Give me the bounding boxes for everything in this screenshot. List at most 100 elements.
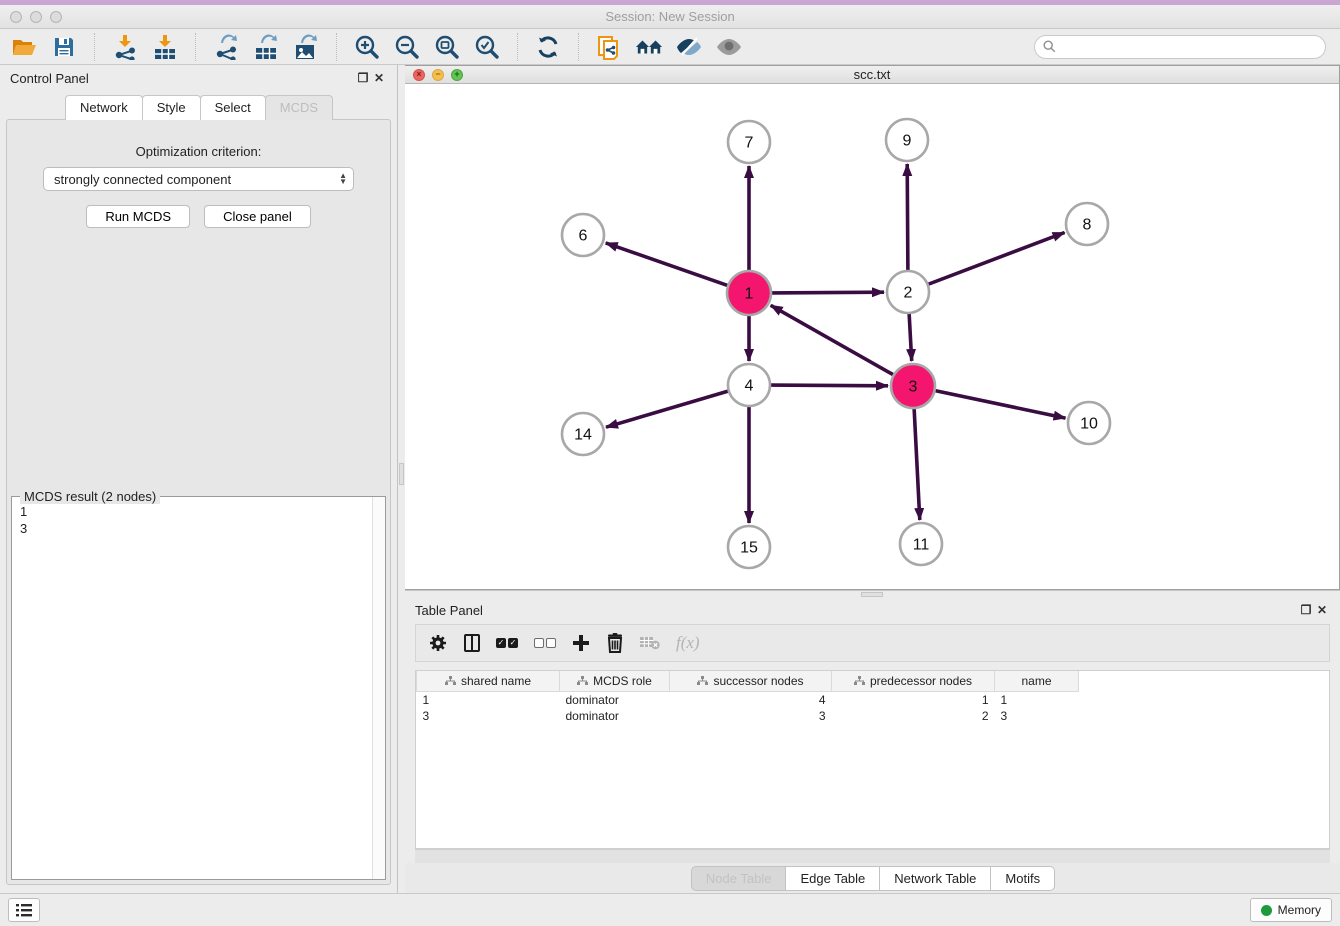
result-scrollbar[interactable] <box>372 497 385 879</box>
graph-node-3[interactable]: 3 <box>891 364 935 408</box>
graph-node-8[interactable]: 8 <box>1066 203 1108 245</box>
graph-node-15[interactable]: 15 <box>728 526 770 568</box>
main-toolbar <box>0 29 1340 65</box>
column-header-mcds-role[interactable]: MCDS role <box>560 671 670 691</box>
table-row[interactable]: 3dominator 32 3 <box>417 708 1079 724</box>
graph-node-2[interactable]: 2 <box>887 271 929 313</box>
hierarchy-icon <box>577 676 588 686</box>
graph-edge-1-6[interactable] <box>606 243 729 286</box>
zoom-fit-icon[interactable] <box>433 33 461 61</box>
delete-rows-trash-icon[interactable] <box>606 631 624 655</box>
tab-node-table[interactable]: Node Table <box>691 866 787 891</box>
splitter-grip[interactable] <box>399 463 404 485</box>
column-header-shared-name[interactable]: shared name <box>417 671 560 691</box>
function-builder-icon: f(x) <box>676 631 700 655</box>
float-table-panel-icon[interactable]: ❐ <box>1298 603 1314 617</box>
graph-edge-3-1[interactable] <box>771 305 894 375</box>
unselect-all-columns-icon[interactable] <box>534 631 556 655</box>
mcds-result-title: MCDS result (2 nodes) <box>20 489 160 504</box>
app-title: Session: New Session <box>0 9 1340 24</box>
svg-text:8: 8 <box>1083 217 1092 234</box>
network-window-titlebar[interactable]: × − + scc.txt <box>405 66 1339 84</box>
optimization-criterion-label: Optimization criterion: <box>7 144 390 159</box>
float-panel-icon[interactable]: ❐ <box>355 71 371 85</box>
graph-node-1[interactable]: 1 <box>727 271 771 315</box>
tab-style[interactable]: Style <box>142 95 201 120</box>
search-icon <box>1043 40 1056 53</box>
svg-text:2: 2 <box>904 285 913 302</box>
graph-node-7[interactable]: 7 <box>728 121 770 163</box>
chevron-updown-icon: ▲▼ <box>339 173 347 185</box>
show-column-panel-icon[interactable] <box>464 631 480 655</box>
save-session-icon[interactable] <box>50 33 78 61</box>
network-canvas[interactable]: 7 9 6 8 1 2 4 3 14 10 15 11 <box>405 84 1339 589</box>
import-table-icon[interactable] <box>151 33 179 61</box>
create-column-plus-icon[interactable] <box>572 631 590 655</box>
task-history-button[interactable] <box>8 898 40 922</box>
zoom-selected-icon[interactable] <box>473 33 501 61</box>
graph-edge-4-14[interactable] <box>606 391 729 427</box>
export-table-icon[interactable] <box>252 33 280 61</box>
table-scrollbar-strip[interactable] <box>415 849 1330 863</box>
export-image-icon[interactable] <box>292 33 320 61</box>
memory-button[interactable]: Memory <box>1250 898 1332 922</box>
export-network-icon[interactable] <box>212 33 240 61</box>
graph-edge-3-10[interactable] <box>935 391 1066 419</box>
graph-node-11[interactable]: 11 <box>900 523 942 565</box>
toolbar-separator <box>517 33 518 61</box>
tab-edge-table[interactable]: Edge Table <box>785 866 880 891</box>
close-table-panel-icon[interactable]: ✕ <box>1314 603 1330 617</box>
network-documents-icon[interactable] <box>595 33 623 61</box>
control-panel-title: Control Panel <box>10 71 355 86</box>
table-header-row: shared name MCDS role successor nodes pr… <box>417 671 1079 691</box>
toolbar-separator <box>578 33 579 61</box>
graph-node-9[interactable]: 9 <box>886 119 928 161</box>
zoom-out-icon[interactable] <box>393 33 421 61</box>
app-titlebar: Session: New Session <box>0 5 1340 29</box>
graph-edge-4-3[interactable] <box>770 385 888 386</box>
graph-node-14[interactable]: 14 <box>562 413 604 455</box>
graph-edge-1-2[interactable] <box>771 292 884 293</box>
svg-text:4: 4 <box>745 378 754 395</box>
table-options-gear-icon[interactable] <box>428 631 448 655</box>
graph-node-4[interactable]: 4 <box>728 364 770 406</box>
close-panel-button[interactable]: Close panel <box>204 205 311 228</box>
table-row[interactable]: 1dominator 41 1 <box>417 691 1079 708</box>
close-panel-icon[interactable]: ✕ <box>371 71 387 85</box>
splitter-grip[interactable] <box>861 592 883 597</box>
tab-network[interactable]: Network <box>65 95 143 120</box>
import-network-icon[interactable] <box>111 33 139 61</box>
hide-annotations-icon[interactable] <box>675 33 703 61</box>
cyndex-houses-icon[interactable] <box>635 33 663 61</box>
column-header-successor-nodes[interactable]: successor nodes <box>670 671 832 691</box>
column-header-name[interactable]: name <box>995 671 1079 691</box>
toolbar-separator <box>336 33 337 61</box>
network-window-title: scc.txt <box>405 67 1339 82</box>
zoom-in-icon[interactable] <box>353 33 381 61</box>
table-panel-title: Table Panel <box>415 603 1298 618</box>
vertical-splitter[interactable] <box>397 65 405 893</box>
mcds-result-text[interactable]: 1 3 <box>12 497 372 879</box>
memory-label: Memory <box>1278 903 1321 917</box>
graph-edge-2-8[interactable] <box>928 233 1065 285</box>
run-mcds-button[interactable]: Run MCDS <box>86 205 190 228</box>
graph-node-10[interactable]: 10 <box>1068 402 1110 444</box>
graph-edge-2-3[interactable] <box>909 313 912 361</box>
graph-edge-2-9[interactable] <box>907 164 908 271</box>
tab-network-table[interactable]: Network Table <box>879 866 991 891</box>
horizontal-splitter[interactable] <box>405 590 1340 598</box>
column-header-predecessor-nodes[interactable]: predecessor nodes <box>832 671 995 691</box>
show-annotations-icon[interactable] <box>715 33 743 61</box>
open-session-icon[interactable] <box>10 33 38 61</box>
select-all-columns-icon[interactable]: ✓✓ <box>496 631 518 655</box>
tab-select[interactable]: Select <box>200 95 266 120</box>
svg-text:9: 9 <box>903 133 912 150</box>
tab-mcds[interactable]: MCDS <box>265 95 333 120</box>
graph-edge-3-11[interactable] <box>914 408 920 520</box>
graph-node-6[interactable]: 6 <box>562 214 604 256</box>
criterion-select[interactable]: strongly connected component ▲▼ <box>43 167 354 191</box>
tab-motifs[interactable]: Motifs <box>990 866 1055 891</box>
refresh-icon[interactable] <box>534 33 562 61</box>
search-input[interactable] <box>1061 40 1317 54</box>
search-box[interactable] <box>1034 35 1326 59</box>
